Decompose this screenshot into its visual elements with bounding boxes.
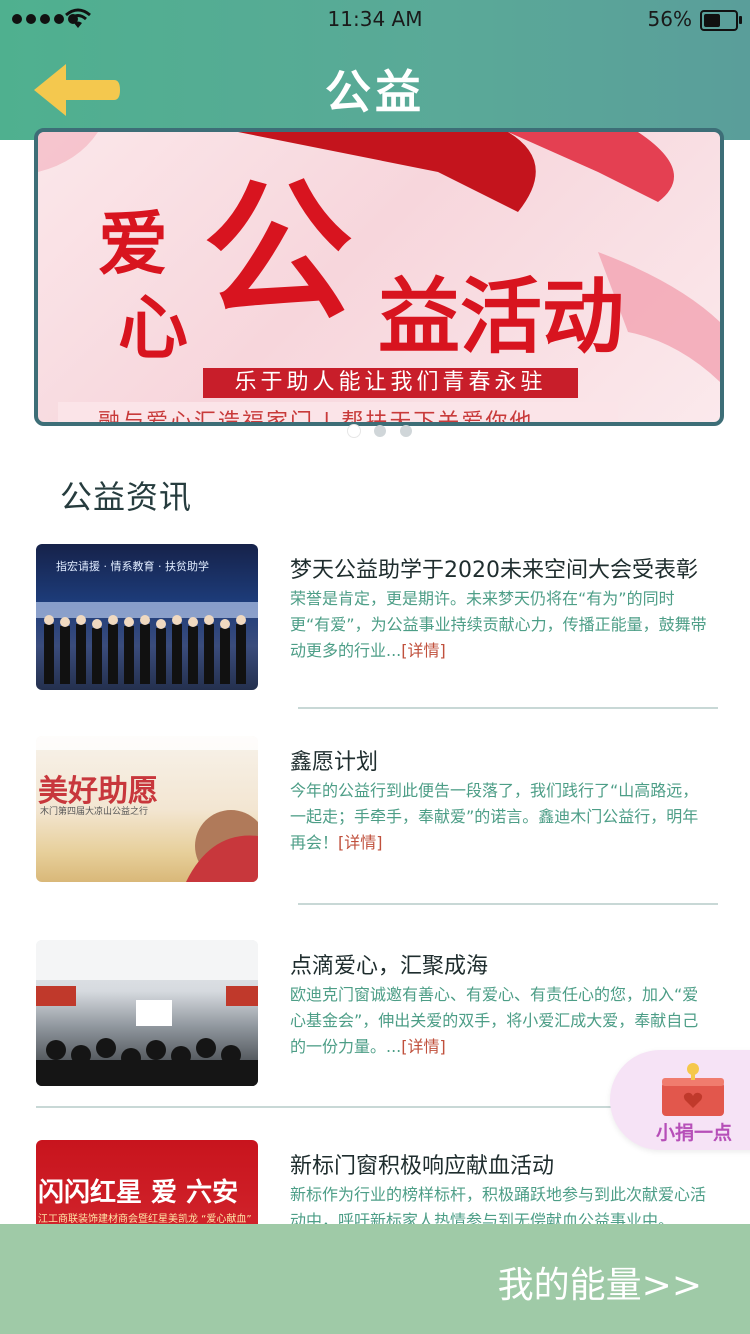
carousel-dot[interactable] [374, 425, 386, 437]
thumb-caption: 指宏请援 · 情系教育 · 扶贫助学 [56, 560, 209, 573]
donate-label: 小捐一点 [656, 1122, 733, 1144]
divider [298, 903, 718, 905]
banner-text-xin: 心 [118, 287, 188, 369]
divider [298, 707, 718, 709]
status-time: 11:34 AM [327, 7, 423, 31]
news-title[interactable]: 鑫愿计划 [290, 744, 378, 776]
battery-percent: 56% [647, 7, 692, 31]
banner-subtitle: 乐于助人能让我们青春永驻 [203, 368, 578, 398]
donate-button[interactable]: 小捐一点 [610, 1050, 750, 1150]
carousel-dots [348, 425, 412, 437]
details-link[interactable]: [详情] [338, 833, 383, 852]
battery-icon [700, 10, 742, 31]
my-energy-bar[interactable]: 我的能量>> [0, 1224, 750, 1334]
news-description: 荣誉是肯定，更是期许。未来梦天仍将在“有为”的同时更“有爱”，为公益事业持续贡献… [290, 586, 710, 664]
news-description: 新标作为行业的榜样标杆，积极踊跃地参与到此次献爱心活动中，呼吁新标家人热情参与到… [290, 1182, 710, 1224]
banner-bottom-text: 融与爱心汇造福家门 | 帮扶天下关爱你他 [98, 410, 534, 426]
news-thumbnail: 美好助愿 木门第四届大凉山公益之行 [36, 736, 258, 882]
status-bar: 11:34 AM 56% [0, 0, 750, 40]
details-link[interactable]: [详情] [401, 1037, 446, 1056]
thumb-subcaption: 江工商联装饰建材商会暨红星美凯龙 “爱心献血” [38, 1214, 252, 1224]
banner-text-activity: 益活动 [378, 270, 625, 365]
news-desc-text: 荣誉是肯定，更是期许。未来梦天仍将在“有为”的同时更“有爱”，为公益事业持续贡献… [290, 589, 707, 660]
banner-carousel[interactable]: 爱 心 公 益活动 乐于助人能让我们青春永驻 融与爱心汇造福家门 | 帮扶天下关… [34, 128, 724, 426]
my-energy-link[interactable]: 我的能量>> [498, 1256, 702, 1308]
thumb-caption: 闪闪红星 爱 六安 [38, 1178, 239, 1208]
news-thumbnail: 指宏请援 · 情系教育 · 扶贫助学 [36, 544, 258, 690]
news-thumbnail [36, 940, 258, 1086]
news-title[interactable]: 新标门窗积极响应献血活动 [290, 1148, 554, 1180]
news-desc-text: 新标作为行业的榜样标杆，积极踊跃地参与到此次献爱心活动中，呼吁新标家人热情参与到… [290, 1185, 707, 1224]
news-title[interactable]: 点滴爱心，汇聚成海 [290, 948, 488, 980]
banner-text-gong: 公 [203, 166, 354, 340]
news-thumbnail: 闪闪红星 爱 六安 江工商联装饰建材商会暨红星美凯龙 “爱心献血” [36, 1140, 258, 1224]
thumb-subcaption: 木门第四届大凉山公益之行 [40, 807, 149, 817]
news-description: 今年的公益行到此便告一段落了，我们践行了“山高路远，一起走；手牵手，奉献爱”的诺… [290, 778, 710, 856]
page-title: 公益 [325, 65, 425, 119]
donation-box-icon [662, 1063, 724, 1116]
carousel-dot[interactable] [348, 425, 360, 437]
header-bar: 11:34 AM 56% 公益 [0, 0, 750, 140]
news-desc-text: 欧迪克门窗诚邀有善心、有爱心、有责任心的您，加入“爱心基金会”，伸出关爱的双手，… [290, 985, 699, 1056]
news-description: 欧迪克门窗诚邀有善心、有爱心、有责任心的您，加入“爱心基金会”，伸出关爱的双手，… [290, 982, 710, 1060]
details-link[interactable]: [详情] [401, 641, 446, 660]
carousel-dot[interactable] [400, 425, 412, 437]
news-title[interactable]: 梦天公益助学于2020未来空间大会受表彰 [290, 552, 698, 584]
section-title: 公益资讯 [60, 478, 193, 516]
